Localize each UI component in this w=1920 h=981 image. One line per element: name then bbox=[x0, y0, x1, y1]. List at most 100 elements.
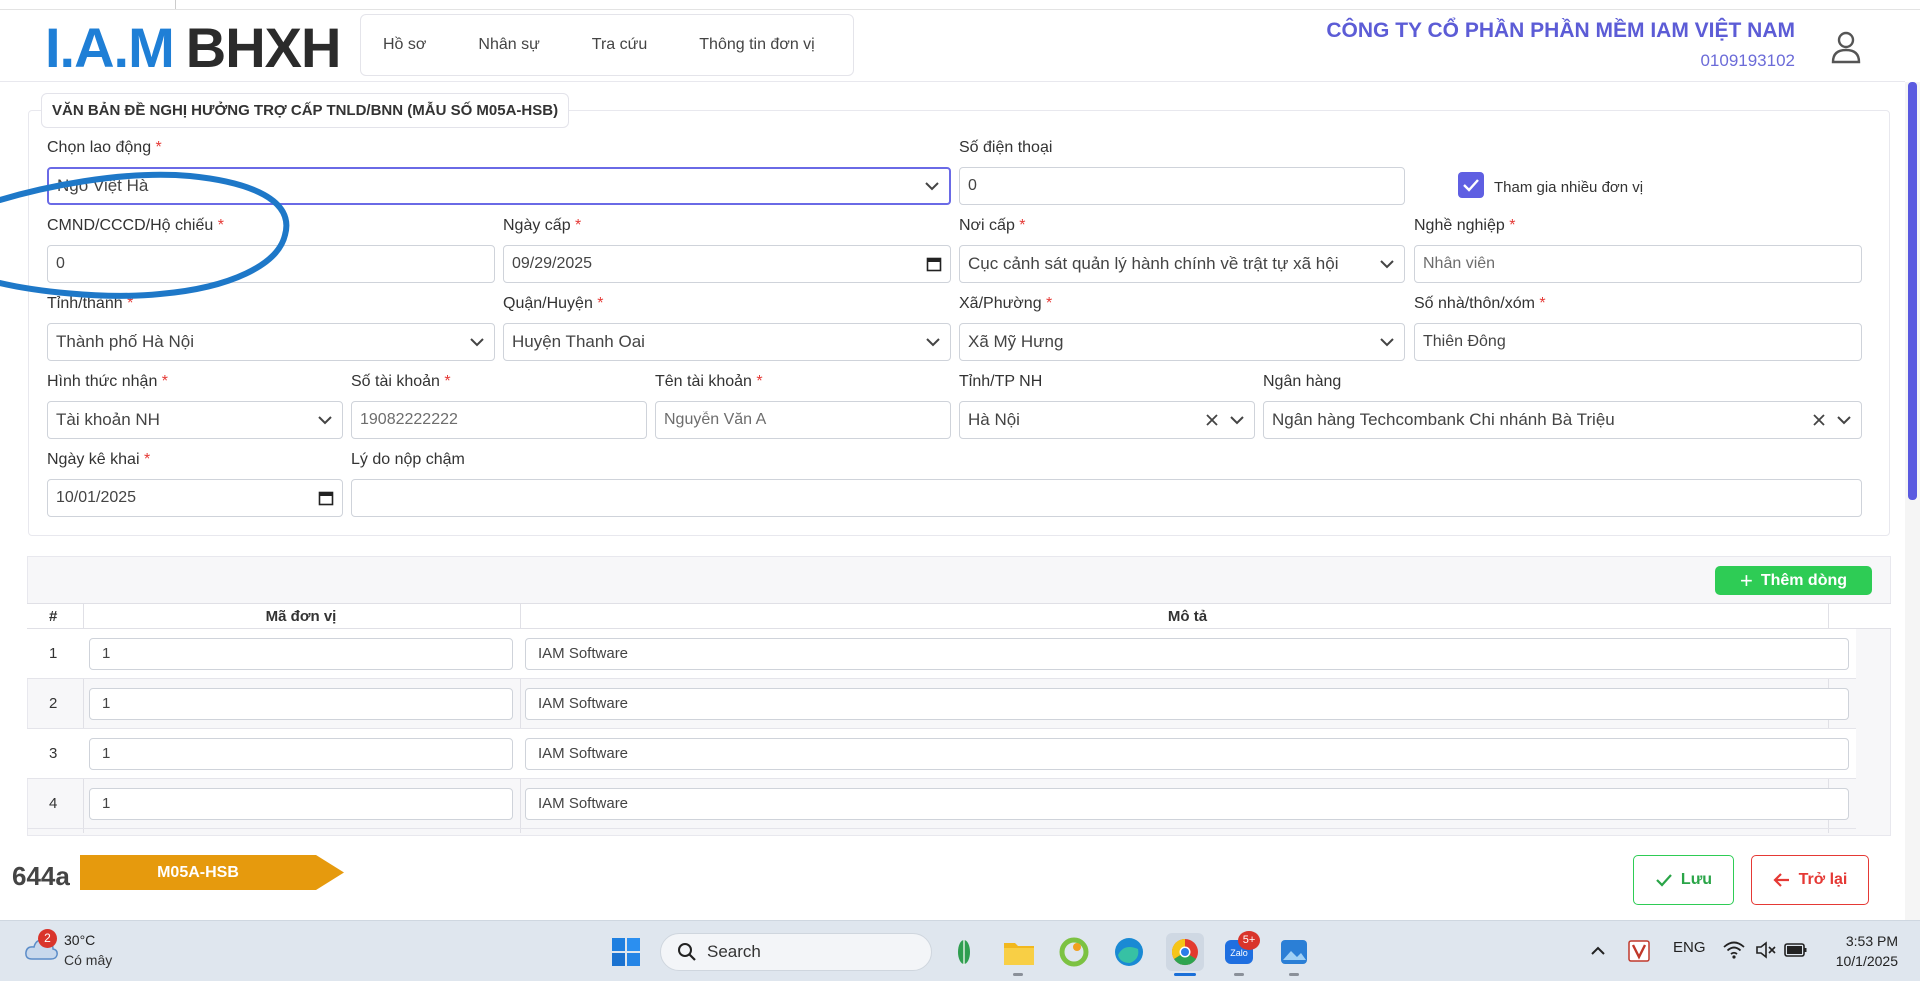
declare-date-input[interactable]: 10/01/2025 bbox=[47, 479, 343, 517]
col-header-description: Mô tả bbox=[1167, 608, 1208, 625]
issue-date-input[interactable]: 09/29/2025 bbox=[503, 245, 951, 283]
col-header-index: # bbox=[49, 608, 58, 625]
unit-code-input[interactable]: 1 bbox=[89, 638, 513, 670]
nav-nhan-su[interactable]: Nhân sự bbox=[478, 36, 539, 54]
chevron-down-icon[interactable] bbox=[1228, 411, 1246, 429]
volume-muted-icon[interactable] bbox=[1755, 941, 1777, 959]
chevron-down-icon[interactable] bbox=[316, 411, 334, 429]
file-explorer-icon[interactable] bbox=[1000, 933, 1038, 971]
issue-place-value: Cục cảnh sát quản lý hành chính về trật … bbox=[968, 254, 1339, 273]
clear-icon[interactable] bbox=[1204, 412, 1220, 428]
form-code-tag: M05A-HSB bbox=[80, 855, 344, 890]
table-row: 3 1 IAM Software bbox=[27, 729, 1856, 779]
chevron-down-icon[interactable] bbox=[468, 333, 486, 351]
id-value: 0 bbox=[56, 255, 65, 272]
multi-unit-checkbox[interactable] bbox=[1458, 172, 1484, 198]
description-input[interactable]: IAM Software bbox=[525, 688, 1849, 720]
clock-date: 10/1/2025 bbox=[1835, 953, 1898, 969]
temperature: 30°C bbox=[64, 932, 96, 948]
scrollbar-thumb[interactable] bbox=[1908, 82, 1917, 500]
chevron-down-icon[interactable] bbox=[1378, 333, 1396, 351]
app-green-icon[interactable] bbox=[1055, 933, 1093, 971]
address-input[interactable]: Thiên Đông bbox=[1414, 323, 1862, 361]
employee-value: Ngô Việt Hà bbox=[57, 176, 149, 195]
account-name-value: Nguyễn Văn A bbox=[664, 411, 767, 428]
system-clock[interactable]: 3:53 PM 10/1/2025 bbox=[1810, 931, 1898, 971]
back-button[interactable]: Trở lại bbox=[1751, 855, 1869, 905]
calendar-icon[interactable] bbox=[318, 490, 334, 506]
late-reason-input[interactable] bbox=[351, 479, 1862, 517]
district-select[interactable]: Huyện Thanh Oai bbox=[503, 323, 951, 361]
declare-date-value: 10/01/2025 bbox=[56, 489, 137, 506]
app-running-indicator bbox=[1289, 973, 1299, 976]
app-logo[interactable]: I.A.M BHXH bbox=[45, 16, 341, 80]
windows-start-icon[interactable] bbox=[612, 938, 640, 966]
add-row-button[interactable]: + Thêm dòng bbox=[1715, 566, 1872, 595]
nav-ho-so[interactable]: Hồ sơ bbox=[383, 36, 426, 54]
description-input[interactable]: IAM Software bbox=[525, 638, 1849, 670]
mongodb-icon[interactable] bbox=[945, 933, 983, 971]
account-no-value: 19082222222 bbox=[360, 411, 458, 428]
phone-input[interactable]: 0 bbox=[959, 167, 1405, 205]
user-icon[interactable] bbox=[1830, 30, 1862, 64]
job-input[interactable]: Nhân viên bbox=[1414, 245, 1862, 283]
id-input[interactable]: 0 bbox=[47, 245, 495, 283]
save-label: Lưu bbox=[1680, 871, 1713, 888]
ward-select[interactable]: Xã Mỹ Hưng bbox=[959, 323, 1405, 361]
chevron-down-icon[interactable] bbox=[1835, 411, 1853, 429]
province-select[interactable]: Thành phố Hà Nội bbox=[47, 323, 495, 361]
issue-date-label: Ngày cấp * bbox=[503, 217, 582, 234]
app-active-indicator bbox=[1174, 973, 1196, 976]
clear-icon[interactable] bbox=[1811, 412, 1827, 428]
check-icon bbox=[1656, 874, 1672, 887]
receive-method-select[interactable]: Tài khoản NH bbox=[47, 401, 343, 439]
row-index: 1 bbox=[49, 645, 58, 662]
description-input[interactable]: IAM Software bbox=[525, 738, 1849, 770]
chevron-down-icon[interactable] bbox=[923, 177, 941, 195]
chevron-down-icon[interactable] bbox=[924, 333, 942, 351]
ward-value: Xã Mỹ Hưng bbox=[968, 332, 1064, 351]
tab-edge bbox=[170, 0, 176, 9]
col-header-unit-code: Mã đơn vị bbox=[265, 608, 337, 625]
unit-code-input[interactable]: 1 bbox=[89, 738, 513, 770]
address-value: Thiên Đông bbox=[1423, 333, 1506, 350]
wifi-icon[interactable] bbox=[1723, 941, 1745, 959]
nav-tra-cuu[interactable]: Tra cứu bbox=[592, 36, 647, 54]
battery-icon[interactable] bbox=[1784, 942, 1808, 958]
company-tax-code: 0109193102 bbox=[1700, 51, 1795, 70]
company-name: CÔNG TY CỔ PHẦN PHẦN MỀM IAM VIỆT NAM bbox=[1326, 19, 1795, 42]
receive-method-label: Hình thức nhận * bbox=[47, 373, 169, 390]
ward-label: Xã/Phường * bbox=[959, 295, 1053, 312]
issue-place-select[interactable]: Cục cảnh sát quản lý hành chính về trật … bbox=[959, 245, 1405, 283]
bank-province-select[interactable]: Hà Nội bbox=[959, 401, 1255, 439]
row-index: 2 bbox=[49, 695, 58, 712]
chrome-icon[interactable] bbox=[1166, 933, 1204, 971]
language-indicator[interactable]: ENG bbox=[1673, 939, 1706, 956]
account-no-input[interactable]: 19082222222 bbox=[351, 401, 647, 439]
description-input[interactable]: IAM Software bbox=[525, 788, 1849, 820]
multi-unit-label: Tham gia nhiều đơn vị bbox=[1494, 179, 1644, 196]
taskbar-search[interactable]: Search bbox=[660, 933, 932, 971]
tray-app-icon[interactable] bbox=[1628, 940, 1650, 962]
page-scrollbar[interactable] bbox=[1905, 82, 1920, 920]
table-row: 4 1 IAM Software bbox=[27, 779, 1856, 829]
nav-thong-tin-don-vi[interactable]: Thông tin đơn vị bbox=[699, 36, 814, 54]
employee-select[interactable]: Ngô Việt Hà bbox=[47, 167, 951, 205]
phone-label: Số điện thoại bbox=[959, 139, 1053, 156]
issue-date-value: 09/29/2025 bbox=[512, 255, 593, 272]
calendar-icon[interactable] bbox=[926, 256, 942, 272]
photos-icon[interactable] bbox=[1275, 933, 1313, 971]
zalo-badge: 5+ bbox=[1238, 931, 1260, 950]
edge-icon[interactable] bbox=[1110, 933, 1148, 971]
back-label: Trở lại bbox=[1798, 871, 1848, 888]
unit-code-input[interactable]: 1 bbox=[89, 788, 513, 820]
issue-place-label: Nơi cấp * bbox=[959, 217, 1026, 234]
chevron-up-icon[interactable] bbox=[1590, 943, 1606, 959]
unit-code-input[interactable]: 1 bbox=[89, 688, 513, 720]
bank-select[interactable]: Ngân hàng Techcombank Chi nhánh Bà Triệu bbox=[1263, 401, 1862, 439]
account-name-input[interactable]: Nguyễn Văn A bbox=[655, 401, 951, 439]
chevron-down-icon[interactable] bbox=[1378, 255, 1396, 273]
address-label: Số nhà/thôn/xóm * bbox=[1414, 295, 1546, 312]
declare-date-label: Ngày kê khai * bbox=[47, 451, 151, 468]
save-button[interactable]: Lưu bbox=[1633, 855, 1734, 905]
